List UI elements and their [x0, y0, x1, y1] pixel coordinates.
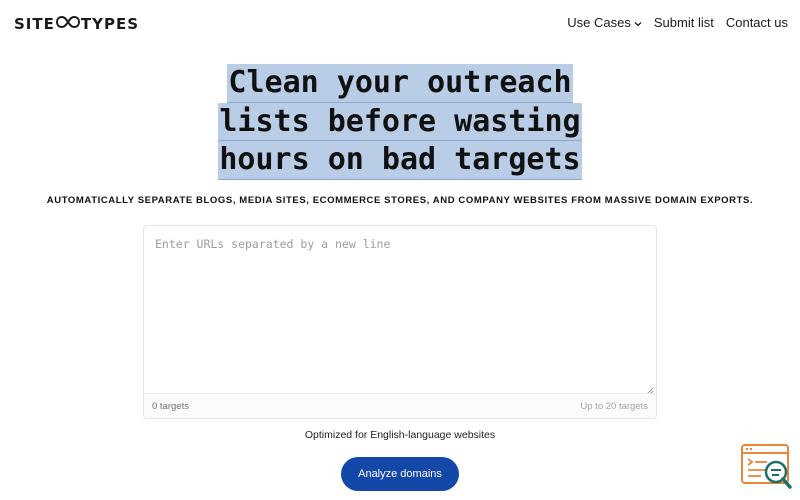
site-logo[interactable]: SITE TYPES	[14, 14, 139, 34]
nav-use-cases[interactable]: Use Cases	[567, 15, 642, 30]
url-input-card: 0 targets Up to 20 targets	[143, 225, 657, 419]
nav-submit-list[interactable]: Submit list	[654, 15, 714, 30]
chevron-down-icon	[634, 15, 642, 30]
logo-text-right: TYPES	[80, 15, 140, 33]
headline-line-3: hours on bad targets	[218, 141, 582, 180]
nav-contact-us[interactable]: Contact us	[726, 15, 788, 30]
site-header: SITE TYPES Use Cases Submit list Contact…	[0, 0, 800, 48]
page-headline: Clean your outreach lists before wasting…	[0, 64, 800, 180]
language-note: Optimized for English-language websites	[304, 429, 496, 441]
main-nav: Use Cases Submit list Contact us	[567, 15, 788, 30]
analyze-domains-button[interactable]: Analyze domains	[341, 457, 459, 491]
page-subtitle: AUTOMATICALLY SEPARATE BLOGS, MEDIA SITE…	[46, 195, 754, 206]
logo-text-left: SITE	[14, 15, 55, 33]
headline-line-2: lists before wasting	[218, 102, 582, 141]
target-count: 0 targets	[152, 401, 189, 412]
headline-line-1: Clean your outreach	[227, 64, 573, 103]
url-textarea[interactable]	[144, 226, 656, 393]
infinity-logo-icon	[55, 15, 81, 33]
resize-grip-icon[interactable]	[645, 382, 654, 395]
target-limit: Up to 20 targets	[580, 401, 648, 412]
page: SITE TYPES Use Cases Submit list Contact…	[0, 0, 800, 500]
search-widget-icon[interactable]	[741, 444, 793, 490]
input-footer: 0 targets Up to 20 targets	[144, 393, 656, 418]
nav-use-cases-label: Use Cases	[567, 15, 631, 30]
